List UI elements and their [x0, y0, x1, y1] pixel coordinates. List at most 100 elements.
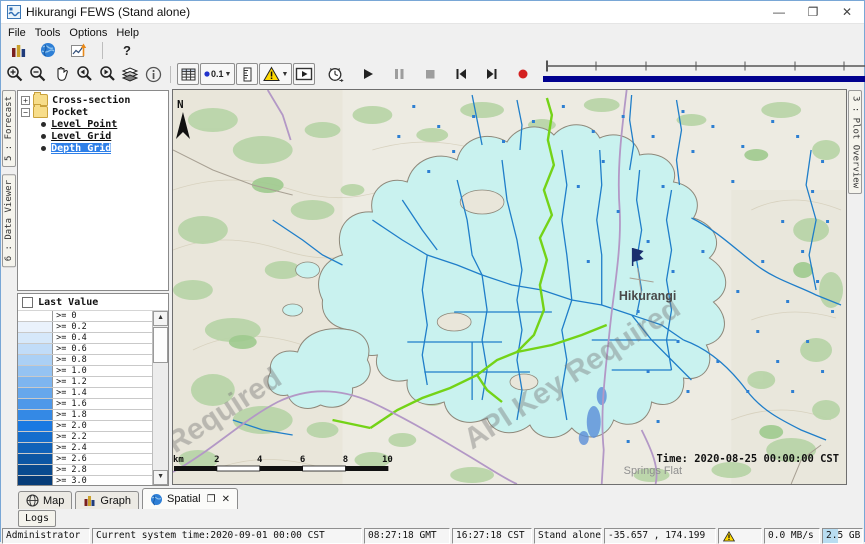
tab-restore-icon[interactable]: ❐ — [207, 494, 216, 505]
app-window: { "window": { "title": "Hikurangi FEWS (… — [0, 0, 865, 542]
menu-options[interactable]: Options — [67, 26, 114, 40]
menu-file[interactable]: File — [6, 26, 33, 40]
time-navigator-button[interactable] — [324, 63, 346, 85]
color-swatch — [18, 432, 53, 442]
decimal-precision-button[interactable]: 0.1 ▼ — [200, 63, 235, 85]
tab-forecast[interactable]: 5 : Forecast — [2, 90, 16, 167]
collapse-icon[interactable]: − — [21, 108, 30, 117]
step-back-button[interactable] — [450, 63, 472, 85]
folder-icon — [33, 106, 48, 118]
tree-item-level-point[interactable]: Level Point — [21, 118, 168, 130]
legend-item[interactable]: >= 1.2 — [18, 377, 152, 388]
scroll-up-icon[interactable]: ▲ — [153, 311, 168, 326]
dot-icon — [204, 71, 210, 77]
menu-help[interactable]: Help — [114, 26, 146, 40]
legend-item[interactable]: >= 0.6 — [18, 344, 152, 355]
color-swatch — [18, 454, 53, 464]
zoom-next-button[interactable] — [96, 63, 118, 85]
zoom-out-icon — [29, 65, 47, 83]
map-panel: API Key Required API Key Required Hikura… — [172, 89, 847, 485]
warnings-button[interactable]: ▼ — [259, 63, 292, 85]
stop-button[interactable] — [419, 63, 441, 85]
legend-item[interactable]: >= 2.6 — [18, 454, 152, 465]
color-swatch — [18, 344, 53, 354]
tab-plot-overview[interactable]: 3 : Plot Overview — [848, 90, 862, 194]
legend-item[interactable]: >= 2.0 — [18, 421, 152, 432]
tab-map[interactable]: Map — [18, 491, 72, 509]
legend-item[interactable]: >= 3.0 — [18, 476, 152, 485]
legend-item[interactable]: >= 0.8 — [18, 355, 152, 366]
logs-button[interactable]: Logs — [18, 510, 56, 527]
tab-graph[interactable]: Graph — [75, 491, 139, 509]
menu-tools[interactable]: Tools — [33, 26, 68, 40]
timeline-slider[interactable] — [541, 59, 865, 90]
info-button[interactable] — [142, 63, 164, 85]
tab-close-icon[interactable]: ✕ — [222, 494, 230, 505]
legend-item[interactable]: >= 0.4 — [18, 333, 152, 344]
layers-button[interactable] — [119, 63, 141, 85]
minimize-button[interactable]: — — [762, 2, 796, 23]
left-tab-strip: 5 : Forecast 6 : Data Viewer — [1, 89, 17, 487]
animation-player-button[interactable] — [293, 63, 315, 85]
node-bullet-icon — [41, 146, 46, 151]
pan-button[interactable] — [50, 63, 72, 85]
pause-button[interactable] — [388, 63, 410, 85]
legend-item[interactable]: >= 0 — [18, 311, 152, 322]
scroll-thumb[interactable] — [153, 327, 168, 363]
play-button[interactable] — [357, 63, 379, 85]
timeline-icon — [541, 59, 865, 85]
layers-icon — [121, 65, 139, 83]
chevron-down-icon: ▼ — [281, 71, 288, 78]
tab-data-viewer[interactable]: 6 : Data Viewer — [2, 174, 16, 267]
legend-item[interactable]: >= 0.2 — [18, 322, 152, 333]
statistics-button[interactable] — [7, 39, 29, 61]
expand-icon[interactable]: + — [21, 96, 30, 105]
tree-item-depth-grid[interactable]: Depth Grid — [21, 142, 168, 154]
app-logo-icon — [7, 5, 21, 19]
zoom-in-button[interactable] — [4, 63, 26, 85]
maximize-button[interactable]: ❐ — [796, 2, 830, 23]
color-swatch — [18, 443, 53, 453]
help-button[interactable]: ? — [116, 39, 138, 61]
legend-scrollbar[interactable]: ▲ ▼ — [152, 311, 168, 485]
close-button[interactable]: ✕ — [830, 2, 864, 23]
node-bullet-icon — [41, 122, 46, 127]
grid-display-button[interactable] — [177, 63, 199, 85]
last-value-checkbox[interactable] — [22, 297, 33, 308]
map-canvas[interactable]: API Key Required API Key Required Hikura… — [173, 90, 846, 484]
svg-text:10: 10 — [382, 455, 393, 465]
record-button[interactable] — [512, 63, 534, 85]
warning-icon — [263, 66, 280, 82]
legend-item[interactable]: >= 2.2 — [18, 432, 152, 443]
spatial-globe-icon — [150, 493, 163, 506]
step-forward-button[interactable] — [481, 63, 503, 85]
ruler-icon — [239, 66, 256, 83]
spatial-display-button[interactable] — [67, 39, 89, 61]
globe-icon — [40, 42, 56, 58]
legend-item[interactable]: >= 2.8 — [18, 465, 152, 476]
tree-item-cross-section[interactable]: + Cross-section — [21, 94, 168, 106]
legend-item[interactable]: >= 1.6 — [18, 399, 152, 410]
legend-item[interactable]: >= 2.4 — [18, 443, 152, 454]
tree-item-level-grid[interactable]: Level Grid — [21, 130, 168, 142]
svg-text:2: 2 — [214, 455, 219, 465]
zoom-previous-button[interactable] — [73, 63, 95, 85]
bar-chart-icon — [83, 494, 96, 507]
zoom-out-button[interactable] — [27, 63, 49, 85]
color-swatch — [18, 399, 53, 409]
warning-icon — [723, 531, 735, 542]
legend-item[interactable]: >= 1.4 — [18, 388, 152, 399]
record-icon — [516, 67, 530, 81]
chevron-down-icon: ▼ — [225, 71, 232, 78]
scroll-down-icon[interactable]: ▼ — [153, 470, 168, 485]
legend-item[interactable]: >= 1.0 — [18, 366, 152, 377]
color-swatch — [18, 333, 53, 343]
globe-wireframe-icon — [26, 494, 39, 507]
tree-item-pocket[interactable]: − Pocket — [21, 106, 168, 118]
stop-icon — [423, 67, 437, 81]
title-bar: Hikurangi FEWS (Stand alone) — ❐ ✕ — [1, 1, 864, 24]
tab-spatial[interactable]: Spatial ❐ ✕ — [142, 488, 238, 509]
map-display-button[interactable] — [37, 39, 59, 61]
scale-ruler-button[interactable] — [236, 63, 258, 85]
legend-item[interactable]: >= 1.8 — [18, 410, 152, 421]
